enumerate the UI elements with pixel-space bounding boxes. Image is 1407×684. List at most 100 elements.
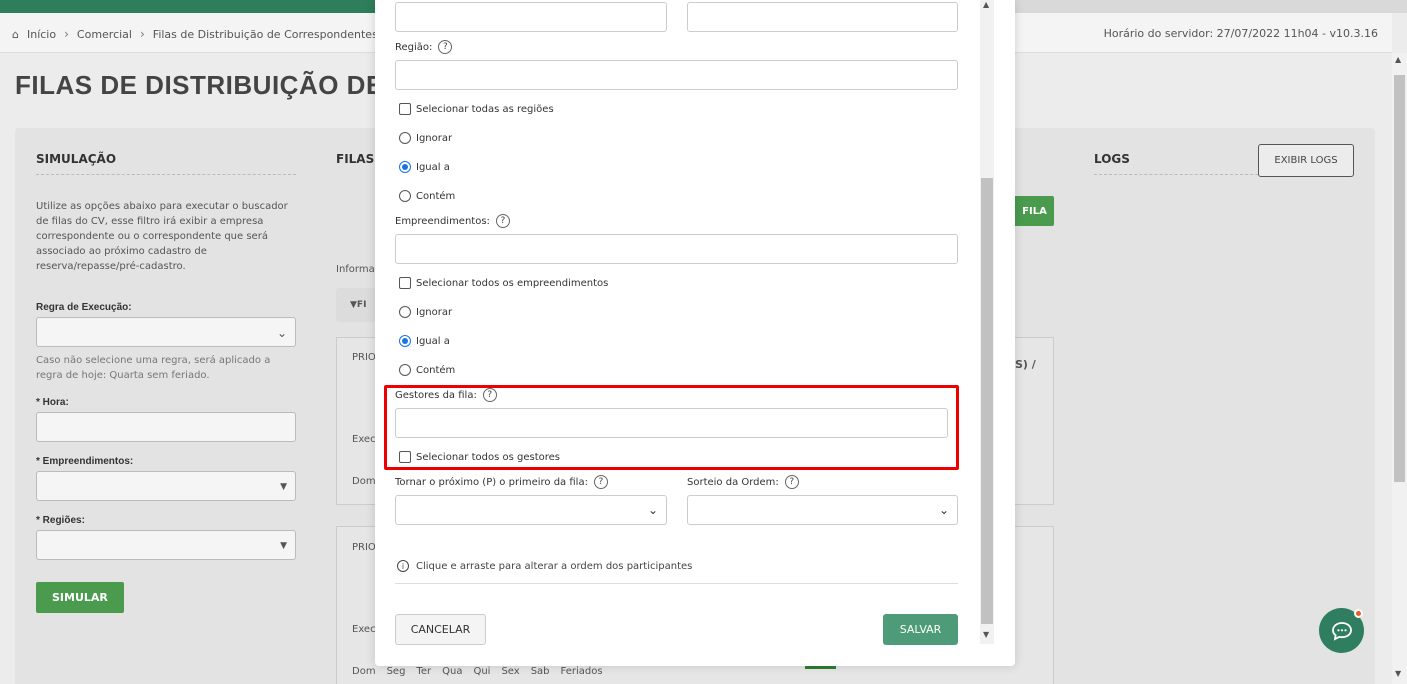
scroll-down-icon[interactable]: ▼ — [1395, 669, 1401, 678]
modal-scrollbar[interactable]: ▲ ▼ — [980, 0, 994, 644]
caret-down-icon: ▼ — [280, 541, 287, 551]
queue-2-exec: Exec — [352, 624, 376, 635]
notification-dot — [1354, 609, 1363, 618]
simulation-title: SIMULAÇÃO — [36, 152, 296, 175]
home-icon[interactable]: ⌂ — [12, 28, 19, 41]
developments-label: * Empreendimentos: — [36, 456, 134, 467]
chevron-right-icon: › — [139, 27, 145, 41]
scroll-thumb[interactable] — [1394, 75, 1405, 482]
caret-down-icon: ▼ — [280, 482, 287, 492]
next-first-label-text: Tornar o próximo (P) o primeiro da fila: — [395, 476, 588, 488]
help-icon[interactable]: ? — [495, 214, 510, 228]
weekday-seg[interactable]: Seg — [387, 666, 406, 677]
filter-label: FI — [356, 300, 367, 310]
radio-contains[interactable] — [399, 364, 411, 376]
select-all-developments-checkbox[interactable] — [399, 277, 411, 289]
rule-select[interactable]: ⌄ — [36, 317, 296, 347]
drag-info-text: Clique e arraste para alterar a ordem do… — [416, 560, 693, 572]
chat-icon — [1331, 621, 1352, 641]
window-scrollbar[interactable]: ▲ ▼ — [1392, 53, 1407, 684]
scroll-up-icon[interactable]: ▲ — [983, 0, 989, 9]
developments-radio-ignore[interactable]: Ignorar — [399, 306, 452, 318]
save-button[interactable]: SALVAR — [883, 614, 958, 645]
weekday-sab[interactable]: Sab — [531, 666, 550, 677]
order-draw-label: Sorteio da Ordem: ? — [687, 475, 799, 489]
cancel-button[interactable]: CANCELAR — [395, 614, 486, 645]
region-radio-ignore[interactable]: Ignorar — [399, 132, 452, 144]
select-all-regions[interactable]: Selecionar todas as regiões — [399, 103, 554, 115]
weekday-qua[interactable]: Qua — [442, 666, 462, 677]
hour-label: * Hora: — [36, 397, 69, 408]
logs-card: LOGS EXIBIR LOGS — [1074, 132, 1374, 684]
filter-button[interactable]: ▼FI — [336, 288, 376, 322]
queue-1-exec: Exec — [352, 434, 376, 445]
queue-1-priority: PRIO — [352, 352, 376, 363]
chevron-down-icon: ⌄ — [938, 503, 949, 517]
chevron-down-icon: ⌄ — [647, 503, 658, 517]
developments-label: Empreendimentos: ? — [395, 214, 510, 228]
breadcrumb-home[interactable]: Início — [27, 28, 56, 41]
region-label: Região: ? — [395, 40, 453, 54]
developments-select[interactable]: ▼ — [36, 471, 296, 501]
weekday-feriados[interactable]: Feriados — [561, 666, 603, 677]
radio-contains-label: Contém — [416, 190, 456, 202]
weekday-qui[interactable]: Qui — [473, 666, 490, 677]
weekday-dom[interactable]: Dom — [352, 666, 376, 677]
help-icon[interactable]: ? — [593, 475, 608, 489]
scroll-down-icon[interactable]: ▼ — [983, 630, 989, 639]
regions-label: * Regiões: — [36, 515, 85, 526]
region-input[interactable] — [395, 60, 958, 90]
region-radio-contains[interactable]: Contém — [399, 190, 455, 202]
developments-input[interactable] — [395, 234, 958, 264]
help-icon[interactable]: ? — [438, 40, 453, 54]
radio-contains[interactable] — [399, 190, 411, 202]
show-logs-button[interactable]: EXIBIR LOGS — [1258, 144, 1354, 177]
new-queue-button[interactable]: FILA — [1015, 196, 1054, 226]
select-all-regions-checkbox[interactable] — [399, 103, 411, 115]
modal-field-top-right[interactable] — [687, 2, 958, 32]
developments-radio-equal[interactable]: Igual a — [399, 335, 450, 347]
rule-label: Regra de Execução: — [36, 302, 132, 313]
filas-info: Informaç — [336, 264, 381, 275]
radio-ignore-label: Ignorar — [416, 306, 453, 318]
filter-icon: ▼ — [350, 300, 357, 310]
chevron-right-icon: › — [64, 27, 69, 41]
filas-title: FILAS — [336, 152, 375, 166]
radio-ignore[interactable] — [399, 132, 411, 144]
developments-label-text: Empreendimentos: — [395, 215, 490, 227]
order-draw-label-text: Sorteio da Ordem: — [687, 476, 779, 488]
regions-select[interactable]: ▼ — [36, 530, 296, 560]
queue-1-dom: Dom — [352, 476, 376, 487]
next-first-select[interactable]: ⌄ — [395, 495, 667, 525]
chevron-down-icon: ⌄ — [276, 326, 287, 340]
hour-input[interactable] — [36, 412, 296, 442]
server-time: Horário do servidor: 27/07/2022 11h04 - … — [1103, 27, 1378, 40]
weekday-ter[interactable]: Ter — [416, 666, 431, 677]
select-all-regions-label: Selecionar todas as regiões — [416, 103, 554, 115]
region-radio-equal[interactable]: Igual a — [399, 161, 450, 173]
simulate-button[interactable]: SIMULAR — [36, 582, 124, 613]
breadcrumb: ⌂ Início › Comercial › Filas de Distribu… — [12, 27, 378, 41]
select-all-developments[interactable]: Selecionar todos os empreendimentos — [399, 277, 608, 289]
page-title: FILAS DE DISTRIBUIÇÃO DE CO — [15, 70, 432, 100]
region-label-text: Região: — [395, 41, 433, 53]
radio-ignore[interactable] — [399, 306, 411, 318]
breadcrumb-comercial[interactable]: Comercial — [77, 28, 132, 41]
radio-equal-label: Igual a — [416, 335, 450, 347]
scroll-up-icon[interactable]: ▲ — [1395, 55, 1401, 64]
radio-contains-label: Contém — [416, 364, 456, 376]
radio-equal[interactable] — [399, 161, 411, 173]
queue-1-header-right: S) / — [1015, 358, 1036, 371]
next-first-label: Tornar o próximo (P) o primeiro da fila:… — [395, 475, 608, 489]
modal-scroll-thumb[interactable] — [981, 178, 993, 624]
highlight-box — [384, 385, 959, 470]
modal-field-top-left[interactable] — [395, 2, 667, 32]
developments-radio-contains[interactable]: Contém — [399, 364, 455, 376]
chat-button[interactable] — [1319, 608, 1364, 653]
select-all-developments-label: Selecionar todos os empreendimentos — [416, 277, 609, 289]
help-icon[interactable]: ? — [784, 475, 799, 489]
weekday-sex[interactable]: Sex — [501, 666, 519, 677]
radio-equal[interactable] — [399, 335, 411, 347]
simulation-description: Utilize as opções abaixo para executar o… — [36, 201, 288, 272]
order-draw-select[interactable]: ⌄ — [687, 495, 958, 525]
